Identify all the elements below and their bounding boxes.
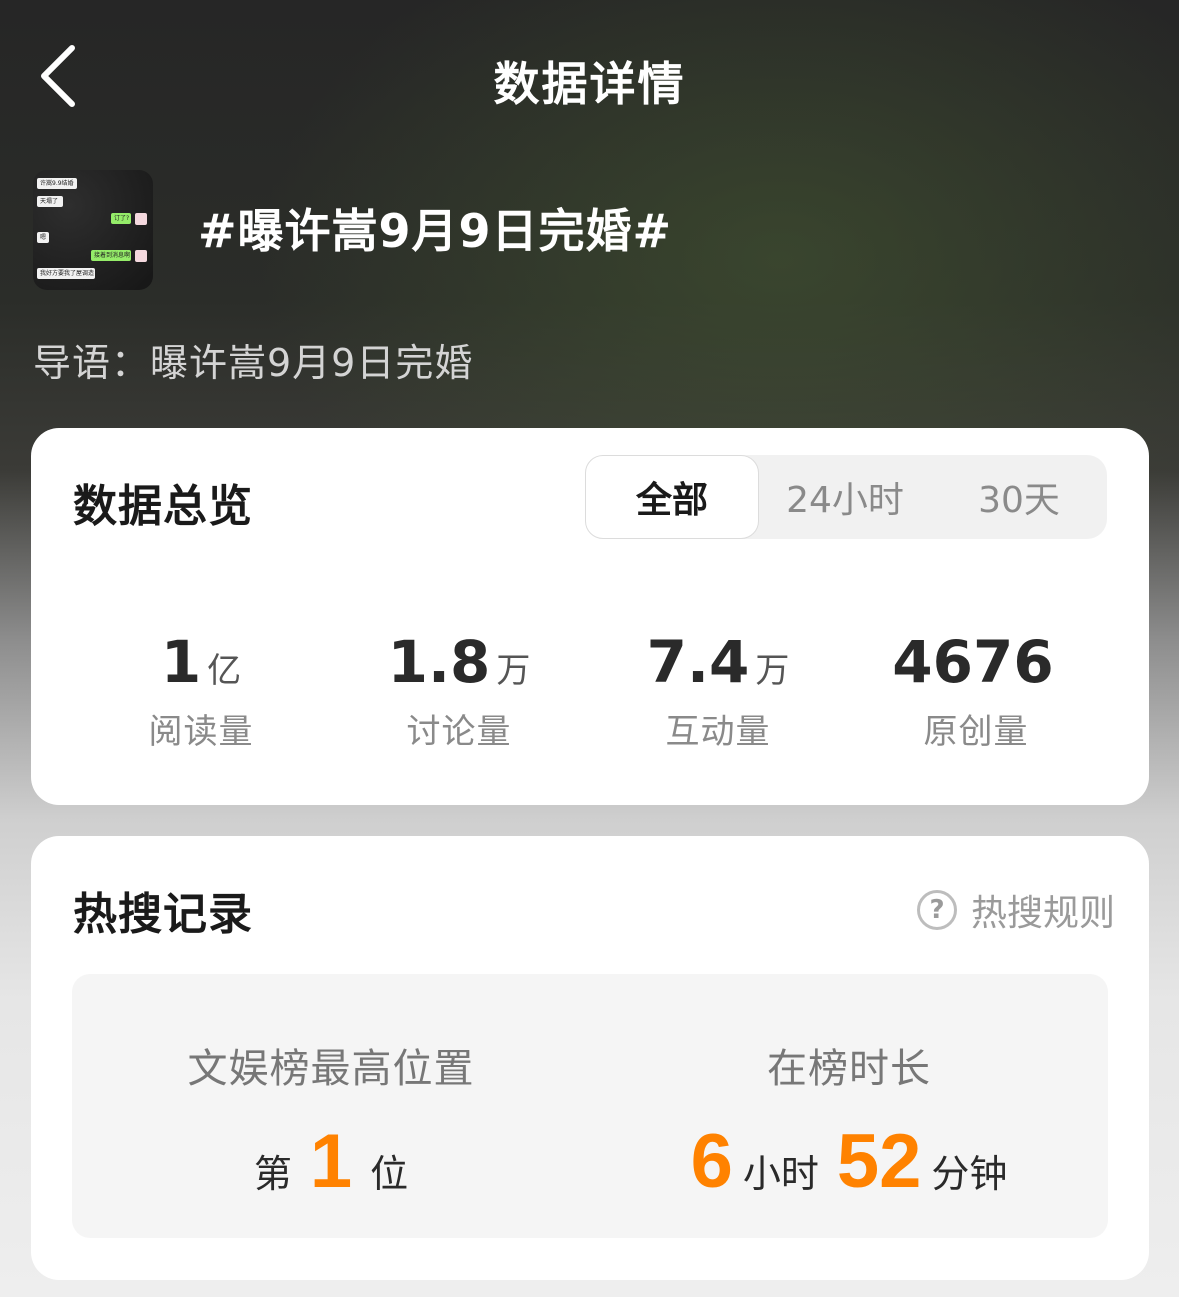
page-title: 数据详情 — [493, 57, 686, 111]
thumb-bubble: 许嵩9.9结婚 — [37, 178, 77, 189]
stat-label: 讨论量 — [406, 712, 512, 752]
thumb-bubble: 我好方要我了屋调造 — [37, 268, 95, 279]
highest-position-label: 文娱榜最高位置 — [187, 1046, 475, 1092]
topic-thumbnail[interactable]: 许嵩9.9结婚 天塌了 订了? 嗯 接着到消息啊 我好方要我了屋调造 — [33, 170, 153, 290]
topic-intro: 导语：曝许嵩9月9日完婚 — [33, 341, 474, 385]
time-on-list: 在榜时长 6 小时 52 分钟 — [590, 1036, 1108, 1205]
topic-title: #曝许嵩9月9日完婚# — [198, 204, 673, 258]
question-circle-icon: ? — [916, 890, 957, 930]
hours-unit: 小时 — [742, 1152, 819, 1196]
stat-value: 1 — [160, 628, 202, 696]
stat-value: 4676 — [892, 628, 1054, 696]
stat-unit: 万 — [496, 651, 531, 691]
stat-unit: 万 — [755, 651, 790, 691]
stat-label: 阅读量 — [148, 712, 254, 752]
rank-prefix: 第 — [253, 1152, 292, 1196]
hours-value: 6 — [690, 1119, 733, 1204]
minutes-value: 52 — [836, 1119, 922, 1204]
rules-label: 热搜规则 — [970, 893, 1115, 934]
avatar — [135, 250, 147, 262]
thumb-bubble: 订了? — [111, 213, 131, 224]
stat-discussions: 1.8 万 讨论量 — [329, 628, 589, 753]
tab-24h[interactable]: 24小时 — [759, 455, 931, 539]
tab-all[interactable]: 全部 — [585, 455, 759, 539]
stat-value: 1.8 — [387, 628, 491, 696]
tab-30d[interactable]: 30天 — [931, 455, 1107, 539]
avatar — [135, 213, 147, 225]
rank-value: 1 — [309, 1119, 353, 1204]
stat-interactions: 7.4 万 互动量 — [588, 628, 848, 753]
stat-label: 原创量 — [923, 712, 1029, 752]
stat-unit: 亿 — [207, 651, 242, 691]
hot-search-heading: 热搜记录 — [73, 889, 253, 940]
stat-value: 7.4 — [646, 628, 750, 696]
stat-reads: 1 亿 阅读量 — [71, 628, 331, 753]
rank-suffix: 位 — [370, 1152, 409, 1196]
hot-search-stats-box: 文娱榜最高位置 第 1 位 在榜时长 6 小时 52 分钟 — [72, 974, 1108, 1238]
hot-search-card: 热搜记录 ? 热搜规则 文娱榜最高位置 第 1 位 在榜时长 6 小时 52 分… — [31, 836, 1149, 1280]
highest-position: 文娱榜最高位置 第 1 位 — [72, 1036, 590, 1205]
thumb-bubble: 天塌了 — [37, 196, 63, 207]
time-on-list-label: 在榜时长 — [767, 1046, 931, 1092]
thumb-bubble: 嗯 — [37, 232, 49, 243]
stat-originals: 4676 原创量 — [846, 628, 1106, 753]
thumb-bubble: 接着到消息啊 — [91, 250, 131, 261]
overview-card: 数据总览 全部 24小时 30天 1 亿 阅读量 1.8 万 讨论量 7.4 万… — [31, 428, 1149, 805]
minutes-unit: 分钟 — [931, 1152, 1008, 1196]
hot-search-rules-link[interactable]: ? 热搜规则 — [916, 884, 1115, 936]
time-range-tabs: 全部 24小时 30天 — [585, 455, 1107, 539]
overview-heading: 数据总览 — [73, 481, 253, 532]
stat-label: 互动量 — [665, 712, 771, 752]
